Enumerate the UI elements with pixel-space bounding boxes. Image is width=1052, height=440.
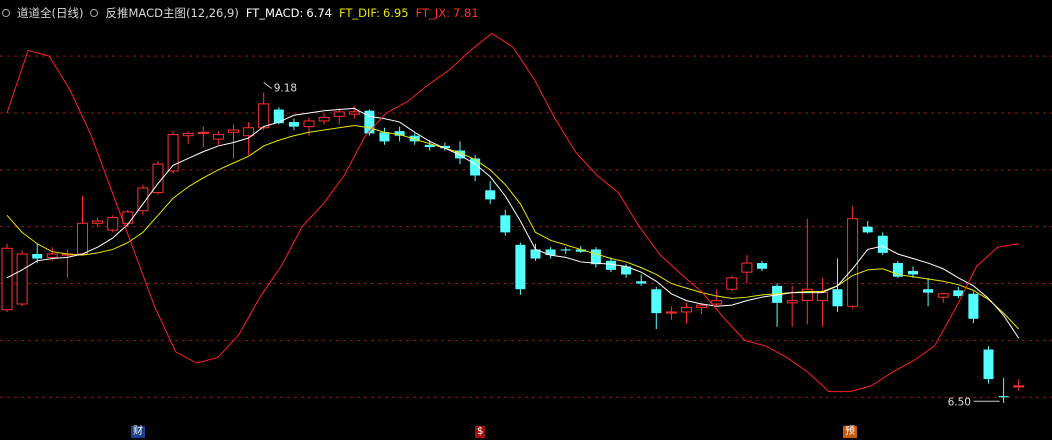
- candle-body: [318, 117, 330, 122]
- candle-body: [515, 244, 526, 290]
- candle-body: [92, 220, 104, 224]
- ft-macd-line: [6, 107, 1020, 339]
- candle-body: [636, 281, 647, 284]
- candle-body: [243, 127, 255, 137]
- candle-body: [77, 222, 88, 255]
- candle-body: [801, 288, 813, 302]
- candle-body: [228, 129, 239, 133]
- high-annotation-label: 9.18: [274, 83, 297, 95]
- forecast-marker[interactable]: 预: [843, 426, 857, 438]
- candle-body: [46, 253, 58, 258]
- candle-body: [348, 111, 360, 115]
- candle-body: [908, 271, 918, 275]
- candle-body: [665, 311, 677, 314]
- candle-body: [16, 253, 28, 305]
- candle-body: [1, 247, 13, 311]
- candle-body: [726, 277, 738, 290]
- low-annotation-label: 6.50: [948, 396, 971, 408]
- candle-body: [32, 253, 43, 259]
- candle-body: [590, 249, 601, 265]
- candle-body: [651, 289, 662, 314]
- candle-body: [333, 111, 345, 117]
- candle-body: [1013, 385, 1025, 388]
- financial-report-marker[interactable]: 财: [131, 426, 145, 438]
- candle-body: [937, 293, 949, 298]
- candle-body: [862, 226, 873, 233]
- candle-body: [606, 260, 616, 270]
- candle-body: [786, 300, 798, 304]
- candle-body: [288, 122, 299, 127]
- candle-body: [273, 109, 284, 124]
- candle-body: [485, 190, 496, 200]
- candle-body: [877, 235, 888, 253]
- candle-body: [560, 249, 571, 251]
- high-annotation-pointer: [263, 82, 273, 89]
- candlestick-chart[interactable]: 9.18 6.50: [0, 0, 1052, 440]
- candle-body: [832, 289, 843, 307]
- candle-body: [847, 218, 859, 307]
- candle-body: [983, 349, 994, 380]
- candle-body: [182, 132, 194, 137]
- candle-body: [212, 134, 224, 140]
- candle-body: [923, 289, 934, 293]
- candle-body: [968, 293, 979, 319]
- candle-body: [197, 131, 209, 134]
- dividend-marker[interactable]: $: [475, 426, 486, 438]
- candle-body: [681, 306, 692, 313]
- candle-body: [258, 103, 270, 129]
- candle-body: [107, 217, 119, 231]
- candle-body: [122, 211, 134, 224]
- ft-jx-line: [6, 32, 1019, 393]
- candle-body: [696, 304, 708, 308]
- candle-body: [816, 292, 828, 302]
- candle-body: [500, 215, 511, 233]
- candle-body: [998, 396, 1009, 398]
- candle-body: [757, 263, 767, 269]
- candle-body: [741, 262, 753, 273]
- candle-body: [379, 132, 390, 142]
- candle-body: [711, 300, 723, 305]
- candle-body: [303, 120, 315, 128]
